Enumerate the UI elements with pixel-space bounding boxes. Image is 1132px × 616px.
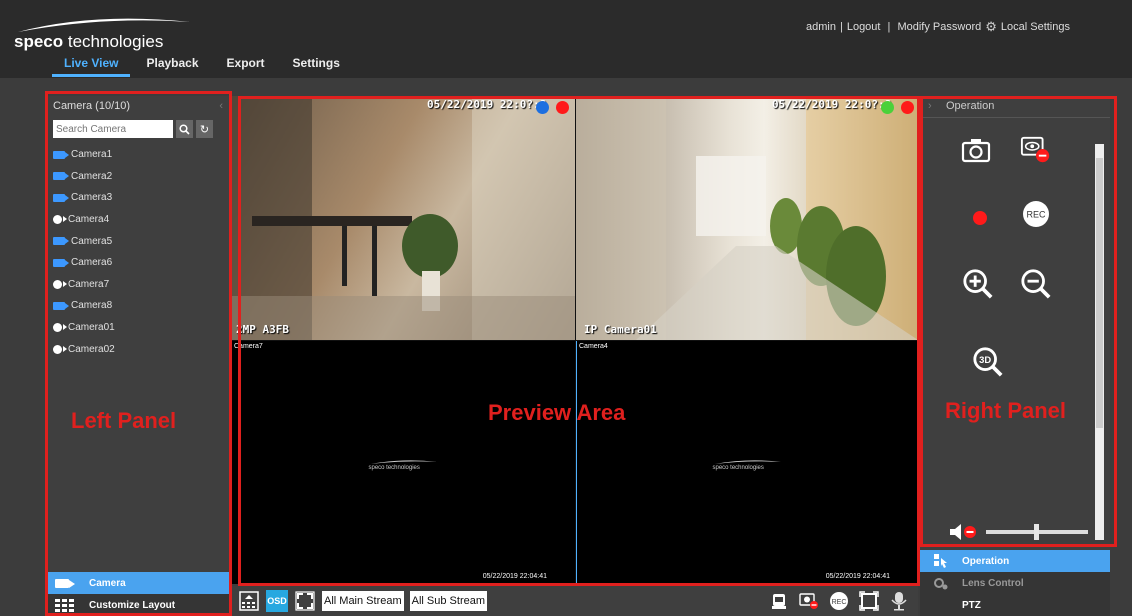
gear-icon[interactable]: ⚙ bbox=[985, 19, 997, 35]
snapshot-all-icon[interactable] bbox=[768, 590, 790, 612]
nav-playback[interactable]: Playback bbox=[134, 54, 210, 77]
left-panel-annotation-label: Left Panel bbox=[71, 408, 177, 433]
operation-icon bbox=[934, 554, 947, 568]
right-panel-annotation-box bbox=[920, 96, 1117, 547]
main-nav: Live View Playback Export Settings bbox=[52, 54, 356, 77]
close-all-preview-icon[interactable] bbox=[798, 590, 820, 612]
osd-toggle-button[interactable]: OSD bbox=[266, 590, 288, 612]
logo-swoosh bbox=[18, 18, 190, 32]
preview-area-annotation-box bbox=[238, 96, 920, 586]
nav-live-view[interactable]: Live View bbox=[52, 54, 131, 77]
screen-layout-icon[interactable] bbox=[238, 590, 260, 612]
header: speco technologies admin | Logout | Modi… bbox=[0, 0, 1132, 78]
sequence-view-icon[interactable] bbox=[858, 590, 880, 612]
preview-toolbar: OSD All Main Stream All Sub Stream REC bbox=[232, 586, 918, 616]
record-all-icon[interactable]: REC bbox=[828, 590, 850, 612]
modify-password-link[interactable]: Modify Password bbox=[897, 21, 981, 33]
svg-text:REC: REC bbox=[832, 599, 847, 606]
local-settings-link[interactable]: Local Settings bbox=[1001, 21, 1070, 33]
right-panel-annotation-label: Right Panel bbox=[945, 398, 1067, 423]
toolbar-right-group: REC bbox=[768, 590, 918, 612]
nav-export[interactable]: Export bbox=[215, 54, 277, 77]
nav-settings[interactable]: Settings bbox=[281, 54, 352, 77]
speco-logo: speco technologies bbox=[14, 14, 194, 52]
tab-operation[interactable]: Operation bbox=[920, 550, 1110, 572]
all-main-stream-button[interactable]: All Main Stream bbox=[322, 591, 404, 611]
fullscreen-icon[interactable] bbox=[294, 590, 316, 612]
all-sub-stream-button[interactable]: All Sub Stream bbox=[409, 591, 488, 611]
tab-lens-control[interactable]: Lens Control bbox=[920, 572, 1110, 594]
user-links: admin | Logout | Modify Password ⚙ Local… bbox=[806, 19, 1070, 35]
logo-text: speco technologies bbox=[14, 32, 164, 51]
logout-link[interactable]: Logout bbox=[847, 21, 881, 33]
preview-area-annotation-label: Preview Area bbox=[488, 400, 626, 425]
tab-ptz[interactable]: PTZ bbox=[920, 594, 1110, 616]
right-panel-tabs: Operation Lens Control PTZ bbox=[920, 550, 1110, 616]
username: admin bbox=[806, 21, 836, 33]
app-window: speco technologies admin | Logout | Modi… bbox=[0, 0, 1132, 616]
microphone-icon[interactable] bbox=[888, 590, 910, 612]
lens-control-icon bbox=[934, 578, 948, 590]
left-panel-annotation-box bbox=[45, 91, 232, 616]
